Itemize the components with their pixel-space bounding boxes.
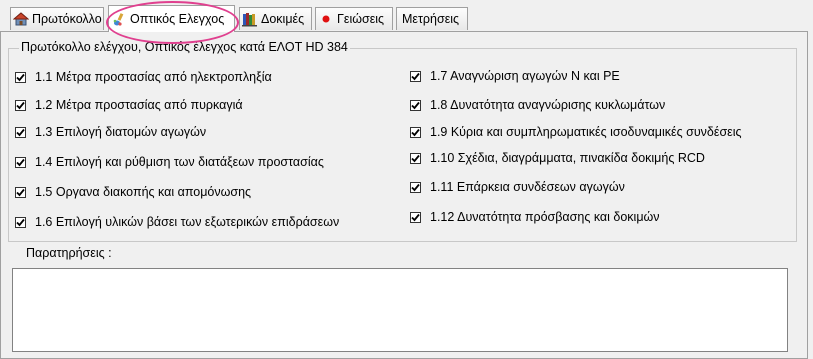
check-item-1-2[interactable]: 1.2 Μέτρα προστασίας από πυρκαγιά bbox=[15, 98, 243, 112]
checkbox[interactable] bbox=[15, 99, 26, 111]
checkbox-label: 1.6 Επιλογή υλικών βάσει των εξωτερικών … bbox=[35, 215, 340, 229]
checkbox-label: 1.10 Σχέδια, διαγράμματα, πινακίδα δοκιμ… bbox=[430, 151, 705, 165]
checkbox-label: 1.11 Επάρκεια συνδέσεων αγωγών bbox=[430, 180, 625, 194]
tab-strip: Πρωτόκολλο Οπτικός Ελεγχος Δοκιμές Γειώσ… bbox=[0, 0, 813, 32]
tab-label: Οπτικός Ελεγχος bbox=[130, 12, 225, 26]
checkbox[interactable] bbox=[410, 99, 421, 111]
remarks-textarea[interactable] bbox=[12, 268, 788, 352]
tab-visual-inspection[interactable]: Οπτικός Ελεγχος bbox=[108, 5, 235, 32]
tab-groundings[interactable]: Γειώσεις bbox=[315, 7, 393, 30]
checkbox-label: 1.12 Δυνατότητα πρόσβασης και δοκιμών bbox=[430, 210, 660, 224]
tab-label: Γειώσεις bbox=[337, 12, 385, 26]
checkbox-label: 1.1 Μέτρα προστασίας από ηλεκτροπληξία bbox=[35, 70, 272, 84]
house-icon bbox=[13, 11, 29, 27]
checkbox-label: 1.4 Επιλογή και ρύθμιση των διατάξεων πρ… bbox=[35, 155, 324, 169]
check-item-1-1[interactable]: 1.1 Μέτρα προστασίας από ηλεκτροπληξία bbox=[15, 70, 272, 84]
books-icon bbox=[242, 11, 258, 27]
tab-label: Δοκιμές bbox=[261, 12, 305, 26]
check-item-1-12[interactable]: 1.12 Δυνατότητα πρόσβασης και δοκιμών bbox=[410, 210, 660, 224]
checkbox[interactable] bbox=[410, 152, 421, 164]
checkbox-label: 1.3 Επιλογή διατομών αγωγών bbox=[35, 125, 207, 139]
paint-brush-icon bbox=[111, 11, 127, 27]
tab-measurements[interactable]: Μετρήσεις bbox=[396, 7, 468, 30]
tab-tests[interactable]: Δοκιμές bbox=[239, 7, 312, 30]
checkbox[interactable] bbox=[410, 181, 421, 193]
checkbox[interactable] bbox=[410, 126, 421, 138]
checkbox[interactable] bbox=[410, 211, 421, 223]
checkbox-label: 1.9 Κύρια και συμπληρωματικές ισοδυναμικ… bbox=[430, 125, 742, 139]
checkbox-label: 1.8 Δυνατότητα αναγνώρισης κυκλωμάτων bbox=[430, 98, 666, 112]
check-item-1-8[interactable]: 1.8 Δυνατότητα αναγνώρισης κυκλωμάτων bbox=[410, 98, 665, 112]
check-item-1-9[interactable]: 1.9 Κύρια και συμπληρωματικές ισοδυναμικ… bbox=[410, 125, 742, 139]
check-item-1-3[interactable]: 1.3 Επιλογή διατομών αγωγών bbox=[15, 125, 206, 139]
red-dot-icon bbox=[318, 11, 334, 27]
check-item-1-4[interactable]: 1.4 Επιλογή και ρύθμιση των διατάξεων πρ… bbox=[15, 155, 324, 169]
checkbox-label: 1.2 Μέτρα προστασίας από πυρκαγιά bbox=[35, 98, 243, 112]
tab-label: Μετρήσεις bbox=[402, 12, 460, 26]
tab-label: Πρωτόκολλο bbox=[32, 12, 102, 26]
check-item-1-10[interactable]: 1.10 Σχέδια, διαγράμματα, πινακίδα δοκιμ… bbox=[410, 151, 705, 165]
check-item-1-5[interactable]: 1.5 Οργανα διακοπής και απομόνωσης bbox=[15, 185, 251, 199]
remarks-label: Παρατηρήσεις : bbox=[26, 246, 112, 260]
groupbox-title: Πρωτόκολλο ελέγχου, Οπτικός έλεγχος κατά… bbox=[19, 40, 350, 54]
checkbox-label: 1.7 Αναγνώριση αγωγών Ν και PE bbox=[430, 69, 620, 83]
app-window: Πρωτόκολλο Οπτικός Ελεγχος Δοκιμές Γειώσ… bbox=[0, 0, 813, 359]
tab-protocol[interactable]: Πρωτόκολλο bbox=[10, 7, 104, 30]
checkbox-label: 1.5 Οργανα διακοπής και απομόνωσης bbox=[35, 185, 252, 199]
check-item-1-11[interactable]: 1.11 Επάρκεια συνδέσεων αγωγών bbox=[410, 180, 625, 194]
checkbox[interactable] bbox=[15, 186, 26, 198]
checkbox[interactable] bbox=[15, 216, 26, 228]
checkbox[interactable] bbox=[15, 156, 26, 168]
checkbox[interactable] bbox=[410, 70, 421, 82]
check-item-1-6[interactable]: 1.6 Επιλογή υλικών βάσει των εξωτερικών … bbox=[15, 215, 339, 229]
check-item-1-7[interactable]: 1.7 Αναγνώριση αγωγών Ν και PE bbox=[410, 69, 620, 83]
checkbox[interactable] bbox=[15, 71, 26, 83]
checkbox[interactable] bbox=[15, 126, 26, 138]
